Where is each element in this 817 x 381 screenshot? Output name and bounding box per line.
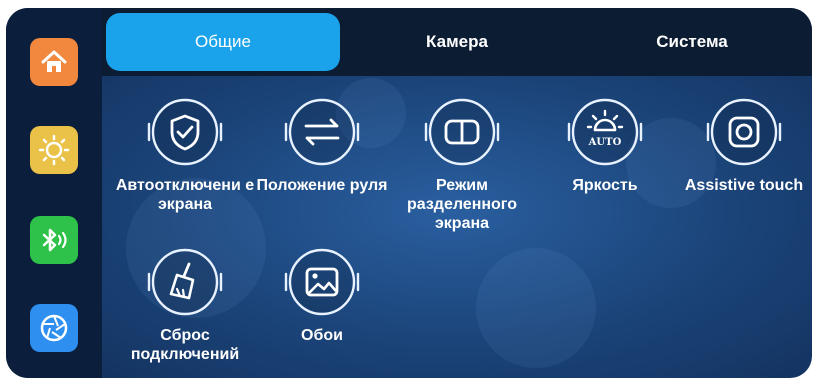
tile-label: Положение руля — [256, 177, 388, 194]
tab-label: Камера — [426, 32, 488, 51]
sidebar-item-bluetooth[interactable] — [30, 216, 78, 264]
tile-auto-screen-off[interactable]: Автоотключени е экрана — [115, 94, 255, 214]
tile-split-screen[interactable]: Режим разделенного экрана — [392, 94, 532, 233]
sidebar — [6, 8, 102, 378]
shield-check-icon — [147, 98, 223, 166]
tile-assistive-touch[interactable]: Assistive touch — [674, 94, 812, 195]
tile-reset-connections[interactable]: Сброс подключений — [115, 244, 255, 364]
auto-brightness-icon: AUTO — [567, 98, 643, 166]
brightness-icon — [38, 134, 70, 166]
home-icon — [41, 50, 67, 72]
sidebar-item-brightness[interactable] — [30, 126, 78, 174]
swap-arrows-icon — [284, 98, 360, 166]
bluetooth-audio-icon — [42, 228, 67, 252]
tile-steering-position[interactable]: Положение руля — [252, 94, 392, 195]
tile-label: Режим разделенного экрана — [406, 177, 518, 232]
broom-icon — [147, 248, 223, 316]
wallpaper-icon — [284, 248, 360, 316]
bokeh-decoration — [476, 248, 596, 368]
tile-label: Автоотключени е экрана — [115, 177, 255, 213]
tile-wallpaper[interactable]: Обои — [252, 244, 392, 345]
tab-bar: Общие Камера Система — [102, 8, 812, 76]
assistive-touch-icon — [706, 98, 782, 166]
tile-brightness[interactable]: AUTO Яркость — [535, 94, 675, 195]
tile-label: Assistive touch — [684, 177, 804, 194]
tab-camera[interactable]: Камера — [377, 13, 537, 71]
tab-system[interactable]: Система — [612, 13, 772, 71]
tile-label: Сброс подключений — [130, 327, 240, 363]
tile-label: Яркость — [572, 177, 638, 194]
tab-general[interactable]: Общие — [106, 13, 340, 71]
sidebar-item-camera[interactable] — [30, 304, 78, 352]
tab-label: Общие — [195, 32, 251, 51]
camera-shutter-icon — [40, 314, 68, 342]
tab-label: Система — [656, 32, 728, 51]
auto-badge: AUTO — [588, 137, 622, 148]
split-screen-icon — [424, 98, 500, 166]
settings-screen: Общие Камера Система Автоотключени е экр… — [6, 8, 812, 378]
tile-label: Обои — [301, 327, 343, 344]
sidebar-item-home[interactable] — [30, 38, 78, 86]
